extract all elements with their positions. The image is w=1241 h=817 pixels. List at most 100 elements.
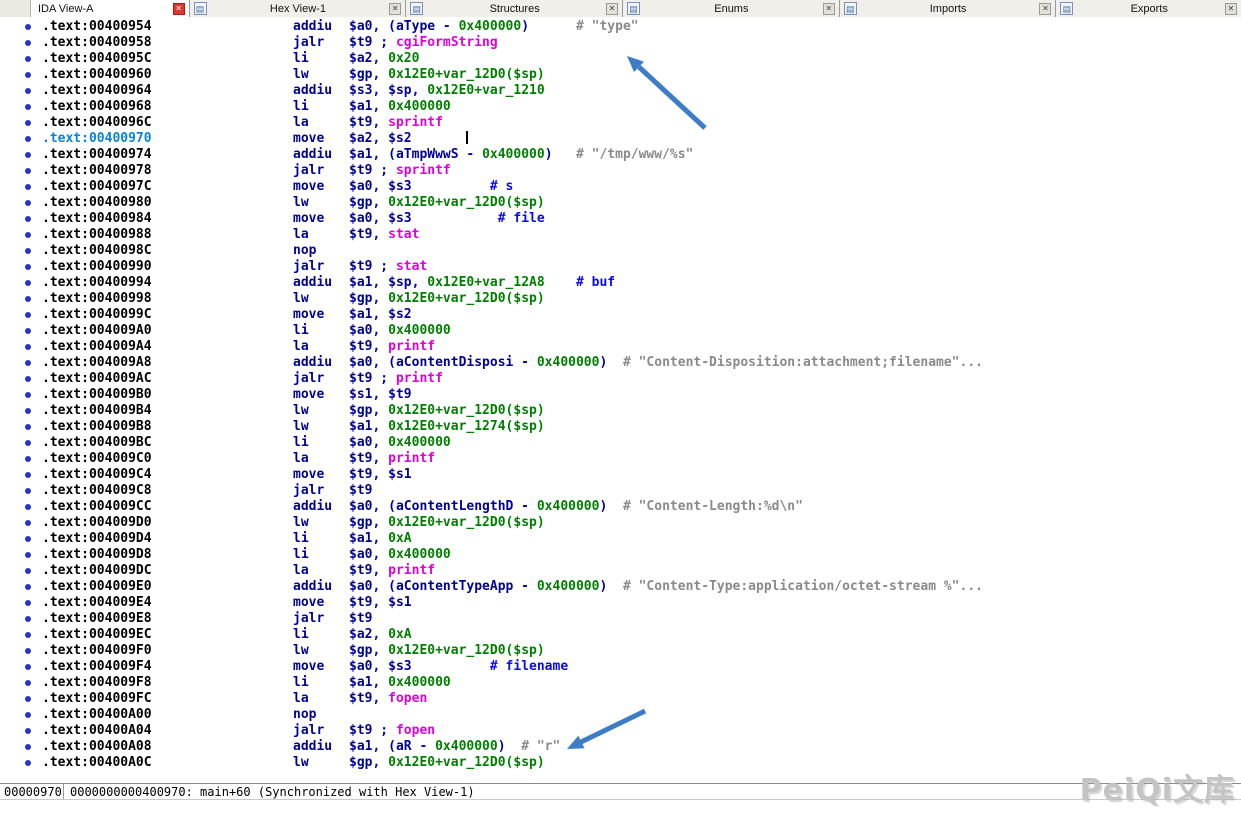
address[interactable]: .text:004009A0 [42,323,293,339]
tab-close-icon[interactable]: ✕ [1225,3,1237,15]
disasm-line[interactable]: .text:00400970move$a2, $s2 [0,131,1241,147]
address[interactable]: .text:0040099C [42,307,293,323]
address[interactable]: .text:004009E8 [42,611,293,627]
address[interactable]: .text:004009D8 [42,547,293,563]
address[interactable]: .text:00400A08 [42,739,293,755]
address[interactable]: .text:004009B0 [42,387,293,403]
tab-close-icon[interactable]: ✕ [389,3,401,15]
disasm-line[interactable]: .text:00400A08addiu$a1, (aR - 0x400000) … [0,739,1241,755]
disasm-line[interactable]: .text:004009ACjalr$t9 ; printf [0,371,1241,387]
tab-structures[interactable]: ▤Structures✕ [406,0,623,17]
disasm-line[interactable]: .text:0040099Cmove$a1, $s2 [0,307,1241,323]
function-name[interactable]: fopen [396,723,435,738]
address[interactable]: .text:004009DC [42,563,293,579]
function-name[interactable]: printf [396,371,443,386]
address[interactable]: .text:004009D4 [42,531,293,547]
disasm-line[interactable]: .text:004009F0lw$gp, 0x12E0+var_12D0($sp… [0,643,1241,659]
address[interactable]: .text:00400994 [42,275,293,291]
disasm-line[interactable]: .text:004009E0addiu$a0, (aContentTypeApp… [0,579,1241,595]
disasm-line[interactable]: .text:00400954addiu$a0, (aType - 0x40000… [0,19,1241,35]
address[interactable]: .text:004009F4 [42,659,293,675]
function-name[interactable]: cgiFormString [396,35,498,50]
address[interactable]: .text:00400998 [42,291,293,307]
disasm-line[interactable]: .text:00400994addiu$a1, $sp, 0x12E0+var_… [0,275,1241,291]
disasm-line[interactable]: .text:0040096Cla$t9, sprintf [0,115,1241,131]
tab-close-icon[interactable]: ✕ [823,3,835,15]
disasm-line[interactable]: .text:004009ECli$a2, 0xA [0,627,1241,643]
disasm-line[interactable]: .text:004009A8addiu$a0, (aContentDisposi… [0,355,1241,371]
function-name[interactable]: sprintf [396,163,451,178]
address[interactable]: .text:004009EC [42,627,293,643]
address[interactable]: .text:00400978 [42,163,293,179]
address[interactable]: .text:004009D0 [42,515,293,531]
address[interactable]: .text:00400A04 [42,723,293,739]
address[interactable]: .text:00400968 [42,99,293,115]
tab-enums[interactable]: ▤Enums✕ [623,0,840,17]
tab-close-icon[interactable]: ✕ [173,3,185,15]
disasm-line[interactable]: .text:004009D0lw$gp, 0x12E0+var_12D0($sp… [0,515,1241,531]
disasm-line[interactable]: .text:00400A04jalr$t9 ; fopen [0,723,1241,739]
tab-ida-view-a[interactable]: IDA View-A✕ [31,0,190,17]
disasm-line[interactable]: .text:00400A0Clw$gp, 0x12E0+var_12D0($sp… [0,755,1241,771]
disasm-line[interactable]: .text:00400980lw$gp, 0x12E0+var_12D0($sp… [0,195,1241,211]
disasm-line[interactable]: .text:00400978jalr$t9 ; sprintf [0,163,1241,179]
tab-exports[interactable]: ▤Exports✕ [1056,0,1241,17]
disasm-line[interactable]: .text:004009B8lw$a1, 0x12E0+var_1274($sp… [0,419,1241,435]
address[interactable]: .text:0040098C [42,243,293,259]
function-name[interactable]: stat [396,259,427,274]
address[interactable]: .text:004009E4 [42,595,293,611]
disasm-line[interactable]: .text:004009F8li$a1, 0x400000 [0,675,1241,691]
address[interactable]: .text:00400984 [42,211,293,227]
disasm-line[interactable]: .text:004009BCli$a0, 0x400000 [0,435,1241,451]
address[interactable]: .text:00400958 [42,35,293,51]
function-name[interactable]: fopen [388,691,427,706]
disasm-line[interactable]: .text:004009C0la$t9, printf [0,451,1241,467]
address[interactable]: .text:004009C4 [42,467,293,483]
disasm-line[interactable]: .text:004009B0move$s1, $t9 [0,387,1241,403]
disasm-line[interactable]: .text:00400990jalr$t9 ; stat [0,259,1241,275]
address[interactable]: .text:0040095C [42,51,293,67]
disasm-line[interactable]: .text:0040095Cli$a2, 0x20 [0,51,1241,67]
address[interactable]: .text:00400A00 [42,707,293,723]
address[interactable]: .text:00400964 [42,83,293,99]
disasm-line[interactable]: .text:004009C8jalr$t9 [0,483,1241,499]
address[interactable]: .text:004009F0 [42,643,293,659]
address[interactable]: .text:00400954 [42,19,293,35]
tab-close-icon[interactable]: ✕ [1039,3,1051,15]
address[interactable]: .text:004009BC [42,435,293,451]
tab-imports[interactable]: ▤Imports✕ [840,0,1057,17]
address[interactable]: .text:00400974 [42,147,293,163]
address[interactable]: .text:004009A4 [42,339,293,355]
disasm-line[interactable]: .text:004009E8jalr$t9 [0,611,1241,627]
disasm-line[interactable]: .text:0040098Cnop [0,243,1241,259]
address[interactable]: .text:00400980 [42,195,293,211]
disasm-line[interactable]: .text:00400A00nop [0,707,1241,723]
tab-close-icon[interactable]: ✕ [606,3,618,15]
function-name[interactable]: printf [388,451,435,466]
address[interactable]: .text:004009B8 [42,419,293,435]
disasm-line[interactable]: .text:004009FCla$t9, fopen [0,691,1241,707]
disasm-line[interactable]: .text:004009E4move$t9, $s1 [0,595,1241,611]
address[interactable]: .text:004009C0 [42,451,293,467]
address[interactable]: .text:00400960 [42,67,293,83]
disasm-line[interactable]: .text:004009A4la$t9, printf [0,339,1241,355]
disasm-line[interactable]: .text:00400998lw$gp, 0x12E0+var_12D0($sp… [0,291,1241,307]
disasm-line[interactable]: .text:004009D4li$a1, 0xA [0,531,1241,547]
disasm-line[interactable]: .text:004009F4move$a0, $s3 # filename [0,659,1241,675]
disasm-line[interactable]: .text:00400958jalr$t9 ; cgiFormString [0,35,1241,51]
disasm-line[interactable]: .text:004009A0li$a0, 0x400000 [0,323,1241,339]
address[interactable]: .text:00400990 [42,259,293,275]
address[interactable]: .text:00400988 [42,227,293,243]
function-name[interactable]: stat [388,227,419,242]
address[interactable]: .text:004009F8 [42,675,293,691]
disasm-line[interactable]: .text:00400984move$a0, $s3 # file [0,211,1241,227]
function-name[interactable]: printf [388,563,435,578]
address[interactable]: .text:0040097C [42,179,293,195]
disasm-line[interactable]: .text:004009CCaddiu$a0, (aContentLengthD… [0,499,1241,515]
tab-hex-view-1[interactable]: ▤Hex View-1✕ [190,0,407,17]
disasm-line[interactable]: .text:00400968li$a1, 0x400000 [0,99,1241,115]
disasm-line[interactable]: .text:004009B4lw$gp, 0x12E0+var_12D0($sp… [0,403,1241,419]
address[interactable]: .text:004009E0 [42,579,293,595]
address[interactable]: .text:00400A0C [42,755,293,771]
address[interactable]: .text:004009AC [42,371,293,387]
